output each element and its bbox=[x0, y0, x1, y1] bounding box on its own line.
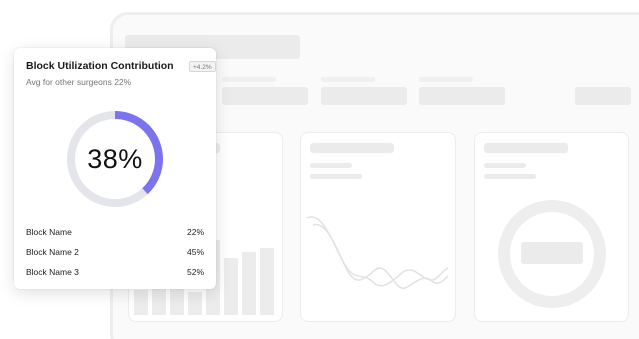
panel-line-placeholder bbox=[484, 174, 536, 179]
filter-label-placeholder bbox=[419, 77, 473, 82]
bar bbox=[152, 285, 166, 315]
dashboard-illustration: Block Utilization Contribution +4.2% Avg… bbox=[0, 0, 639, 339]
filter-field-placeholder bbox=[419, 87, 505, 105]
bar bbox=[242, 252, 256, 315]
block-name: Block Name 2 bbox=[26, 247, 79, 257]
filter-field-placeholder bbox=[321, 87, 407, 105]
panel-title-placeholder bbox=[484, 143, 568, 153]
block-row: Block Name 3 52% bbox=[26, 267, 204, 277]
donut-value-placeholder bbox=[521, 242, 583, 264]
block-row: Block Name 2 45% bbox=[26, 247, 204, 257]
utilization-value: 38% bbox=[87, 144, 143, 174]
line-chart-placeholder bbox=[306, 216, 449, 289]
bar bbox=[260, 248, 274, 315]
filter-label-placeholder bbox=[222, 77, 276, 82]
panel-title-placeholder bbox=[310, 143, 394, 153]
block-value: 45% bbox=[186, 247, 204, 257]
bar bbox=[188, 292, 202, 315]
card-subtitle: Avg for other surgeons 22% bbox=[26, 77, 132, 87]
bar bbox=[134, 290, 148, 315]
delta-badge: +4.2% bbox=[189, 61, 216, 72]
panel-line-placeholder bbox=[484, 163, 526, 168]
block-value: 22% bbox=[186, 227, 204, 237]
panel-line-placeholder bbox=[310, 163, 352, 168]
filter-field-placeholder bbox=[222, 87, 308, 105]
filter-label-placeholder bbox=[321, 77, 375, 82]
block-row: Block Name 22% bbox=[26, 227, 204, 237]
block-name: Block Name bbox=[26, 227, 72, 237]
panel-line-placeholder bbox=[310, 174, 362, 179]
card-title: Block Utilization Contribution bbox=[26, 60, 174, 72]
action-button-placeholder bbox=[575, 87, 631, 105]
block-value: 52% bbox=[186, 267, 204, 277]
block-utilization-card: Block Utilization Contribution +4.2% Avg… bbox=[14, 48, 216, 289]
bar bbox=[224, 258, 238, 315]
block-name: Block Name 3 bbox=[26, 267, 79, 277]
